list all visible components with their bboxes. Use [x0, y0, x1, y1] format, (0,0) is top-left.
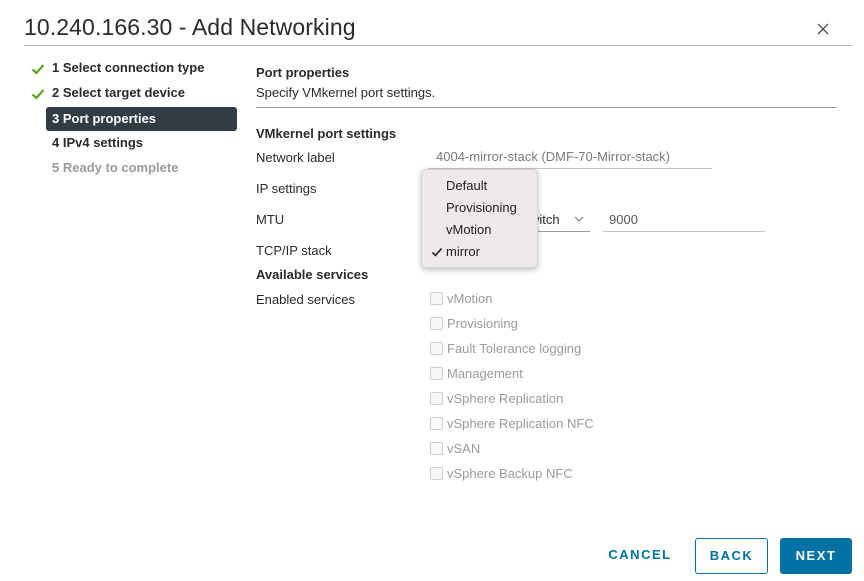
dropdown-option-provisioning[interactable]: Provisioning: [422, 197, 537, 219]
check-icon: [31, 64, 45, 75]
service-label: Fault Tolerance logging: [447, 341, 582, 356]
step-port-properties[interactable]: 3 Port properties: [46, 107, 237, 131]
checkbox: [430, 417, 443, 430]
step-ipv4-settings[interactable]: 4 IPv4 settings: [46, 131, 237, 155]
network-label-field: 4004-mirror-stack (DMF-70-Mirror-stack): [428, 149, 712, 169]
dropdown-option-mirror[interactable]: mirror: [422, 241, 537, 263]
mtu-input[interactable]: 9000: [603, 210, 765, 232]
service-label: vSphere Replication NFC: [447, 416, 594, 431]
next-button[interactable]: NEXT: [780, 538, 852, 574]
enabled-services-label: Enabled services: [256, 292, 355, 307]
section-heading: Port properties: [256, 65, 350, 80]
ip-settings-label: IP settings: [256, 181, 317, 196]
section-description: Specify VMkernel port settings.: [256, 85, 436, 100]
mtu-select[interactable]: witch: [530, 210, 590, 232]
close-icon: [817, 23, 829, 35]
dialog-title: 10.240.166.30 - Add Networking: [24, 14, 356, 40]
checkbox: [430, 442, 443, 455]
checkbox: [430, 317, 443, 330]
dropdown-option-default[interactable]: Default: [422, 175, 537, 197]
service-label: vMotion: [447, 291, 493, 306]
dropdown-option-vmotion[interactable]: vMotion: [422, 219, 537, 241]
tcpip-stack-label: TCP/IP stack: [256, 243, 332, 258]
step-ready-to-complete: 5 Ready to complete: [52, 160, 179, 175]
tcpip-stack-dropdown[interactable]: Default Provisioning vMotion mirror: [421, 169, 538, 268]
close-button[interactable]: [812, 18, 834, 40]
service-label: Management: [447, 366, 523, 381]
step-select-connection-type[interactable]: 1 Select connection type: [46, 56, 237, 80]
check-icon: [31, 89, 45, 100]
checkbox: [430, 467, 443, 480]
dropdown-option-label: mirror: [446, 244, 480, 259]
service-label: Provisioning: [447, 316, 518, 331]
network-label-label: Network label: [256, 150, 335, 165]
step-select-target-device[interactable]: 2 Select target device: [46, 81, 237, 105]
checkbox: [430, 292, 443, 305]
checkbox: [430, 367, 443, 380]
title-divider: [24, 45, 852, 46]
check-icon: [431, 247, 443, 257]
service-label: vSphere Replication: [447, 391, 564, 406]
chevron-down-icon: [574, 216, 584, 222]
services-heading: Available services: [256, 267, 369, 282]
back-button[interactable]: BACK: [695, 538, 768, 574]
cancel-button[interactable]: CANCEL: [604, 538, 676, 574]
checkbox: [430, 342, 443, 355]
content-divider: [256, 107, 837, 108]
service-label: vSphere Backup NFC: [447, 466, 573, 481]
mtu-label: MTU: [256, 212, 285, 227]
settings-heading: VMkernel port settings: [256, 126, 397, 141]
checkbox: [430, 392, 443, 405]
service-label: vSAN: [447, 441, 481, 456]
